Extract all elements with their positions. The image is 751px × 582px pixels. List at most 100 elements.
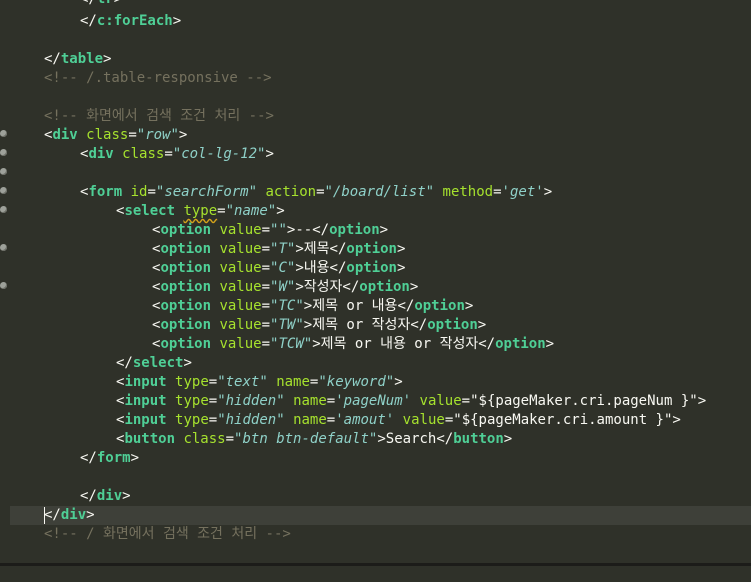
attr-name: value — [219, 279, 262, 295]
tag-name: c:forEach — [96, 13, 173, 29]
attr-value: "TW" — [270, 317, 304, 333]
tag-name: option — [160, 279, 212, 295]
tag-name: input — [124, 393, 167, 409]
tag-name: button — [453, 431, 504, 447]
tag-name: div — [96, 488, 123, 504]
html-comment: <!-- /.table-responsive --> — [44, 70, 272, 86]
html-comment: <!-- 화면에서 검색 조건 처리 --> — [44, 108, 274, 124]
attr-value: "T" — [270, 241, 296, 257]
code-line: <input type="hidden" name='pageNum' valu… — [116, 393, 707, 409]
attr-value: "C" — [270, 260, 296, 276]
attr-value: "name" — [225, 203, 277, 219]
attr-name: value — [219, 336, 262, 352]
option-text: 제목 — [303, 241, 330, 257]
option-text: 제목 or 내용 — [312, 298, 398, 314]
attr-value: "row" — [136, 127, 179, 143]
tag-name: option — [160, 336, 212, 352]
attr-value: 'pageNum' — [335, 393, 412, 409]
attr-name: action — [265, 184, 317, 200]
attr-name: class — [183, 431, 226, 447]
attr-name: value — [219, 241, 262, 257]
attr-name: value — [219, 317, 262, 333]
code-line: <div class="col-lg-12"> — [80, 146, 274, 162]
attr-name: value — [419, 393, 462, 409]
tag-name: option — [414, 298, 465, 314]
option-text: 제목 or 내용 or 작성자 — [320, 336, 479, 352]
code-line: <option value="TC">제목 or 내용</option> — [152, 298, 474, 314]
tag-name: option — [160, 222, 212, 238]
attr-value: "TCW" — [270, 336, 313, 352]
option-text: 제목 or 작성자 — [312, 317, 411, 333]
code-line: <select type="name"> — [116, 203, 285, 219]
current-code-line[interactable]: </div> — [10, 506, 751, 525]
attr-name: id — [130, 184, 148, 200]
attr-value: "/board/list" — [324, 184, 435, 200]
attr-value: "hidden" — [217, 393, 285, 409]
attr-name: class — [122, 146, 165, 162]
button-text: Search — [385, 431, 437, 447]
code-line: </c:forEach> — [80, 13, 182, 29]
code-line: <option value="TCW">제목 or 내용 or 작성자</opt… — [152, 336, 555, 352]
tag-name: option — [346, 241, 397, 257]
code-line: <!-- 화면에서 검색 조건 처리 --> — [0, 107, 751, 126]
attr-value: "searchForm" — [155, 184, 258, 200]
tag-name: option — [160, 317, 212, 333]
attr-name: type — [175, 412, 209, 428]
tag-name: form — [88, 184, 123, 200]
attr-name: name — [293, 393, 327, 409]
code-line: </div> — [80, 488, 131, 504]
code-line: <!-- /.table-responsive --> — [0, 69, 751, 88]
tag-name: option — [427, 317, 478, 333]
tag-name: option — [160, 260, 212, 276]
attr-value: "btn btn-default" — [234, 431, 378, 447]
attr-name: method — [442, 184, 494, 200]
tag-name: div — [88, 146, 114, 162]
tag-name: tr — [97, 0, 114, 7]
option-text: 작성자 — [303, 279, 343, 295]
attr-value: 'amout' — [335, 412, 395, 428]
code-editor[interactable]: </tr> </c:forEach> </table> <!-- /.table… — [0, 0, 751, 566]
attr-name: name — [293, 412, 327, 428]
tag-name: div — [60, 507, 87, 523]
option-text: -- — [295, 222, 313, 238]
tag-name: form — [96, 450, 131, 466]
attr-value: 'get' — [501, 184, 544, 200]
tag-name: option — [160, 298, 212, 314]
option-text: 내용 — [303, 260, 330, 276]
attr-name: value — [219, 298, 262, 314]
tag-name: table — [60, 51, 104, 67]
attr-name: value — [402, 412, 445, 428]
tag-name: option — [495, 336, 546, 352]
attr-name: class — [86, 127, 129, 143]
attr-value: "text" — [217, 374, 268, 390]
code-line: <option value="T">제목</option> — [152, 241, 406, 257]
attr-name: value — [219, 260, 262, 276]
tag-name: option — [359, 279, 410, 295]
attr-value: "keyword" — [318, 374, 395, 390]
attr-value: "W" — [270, 279, 296, 295]
attr-name: name — [276, 374, 310, 390]
attr-name-warning: type — [183, 203, 218, 219]
code-line: <form id="searchForm" action="/board/lis… — [80, 184, 553, 200]
code-line: <option value="C">내용</option> — [152, 260, 406, 276]
tag-name: select — [124, 203, 176, 219]
attr-value: "hidden" — [217, 412, 285, 428]
el-expression: "${pageMaker.cri.amount }" — [453, 412, 673, 428]
code-line: <option value="W">작성자</option> — [152, 279, 419, 295]
code-line: <!-- / 화면에서 검색 조건 처리 --> — [0, 525, 751, 544]
code-line: </tr> — [0, 0, 751, 9]
attr-value: "TC" — [270, 298, 304, 314]
attr-name: type — [175, 374, 209, 390]
tag-name: select — [132, 355, 184, 371]
code-line: <option value="TW">제목 or 작성자</option> — [152, 317, 487, 333]
tag-name: button — [124, 431, 176, 447]
tag-name: input — [124, 374, 167, 390]
tag-name: option — [346, 260, 397, 276]
tag-name: input — [124, 412, 167, 428]
attr-value: "" — [270, 222, 287, 238]
code-line: <option value="">--</option> — [152, 222, 389, 238]
html-comment: <!-- / 화면에서 검색 조건 처리 --> — [44, 526, 291, 542]
attr-name: type — [175, 393, 209, 409]
code-line: </table> — [44, 51, 112, 67]
code-line: <input type="hidden" name='amout' value=… — [116, 412, 681, 428]
